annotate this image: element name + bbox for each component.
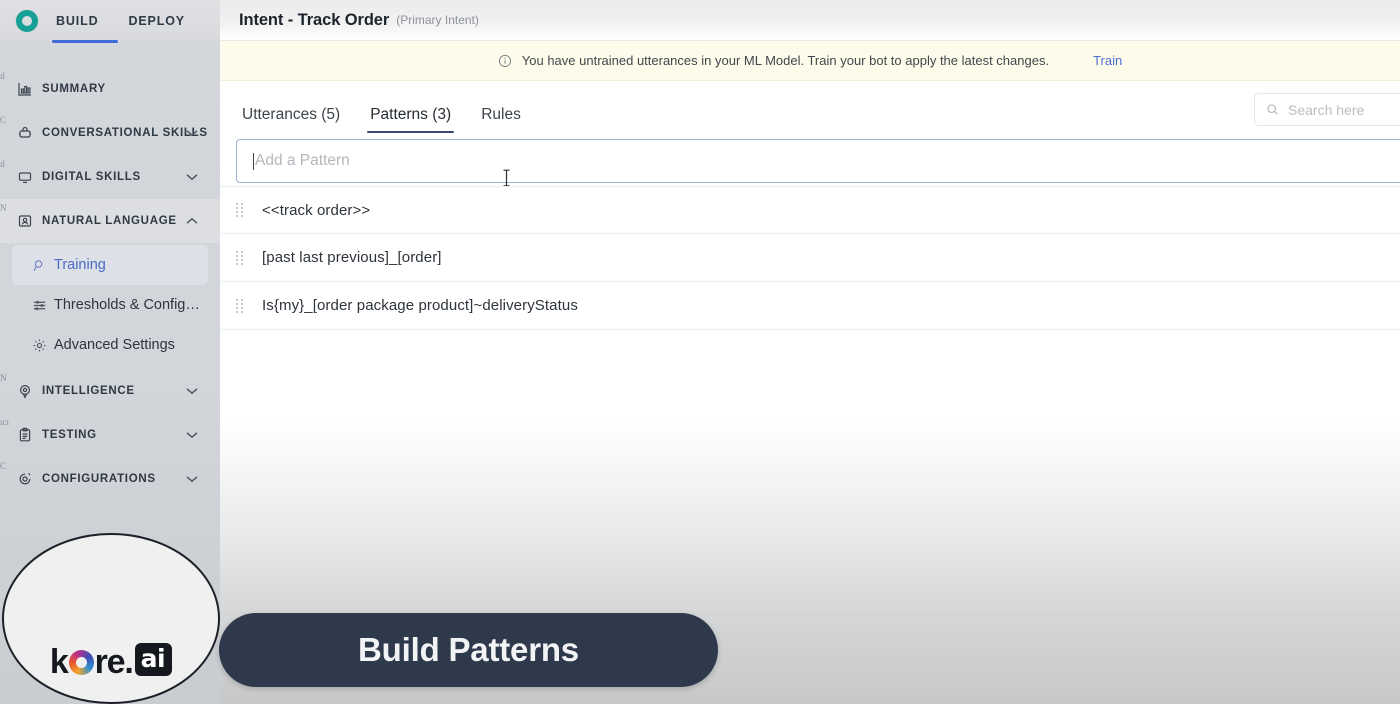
page-header: Intent - Track Order (Primary Intent): [220, 0, 1400, 41]
sidebar-item-thresholds-configurations[interactable]: Thresholds & Configu...: [12, 285, 208, 325]
natural-language-submenu: Training Thresholds & Configu... Advance…: [0, 243, 220, 369]
magnifier-icon: [24, 258, 54, 273]
sidebar-ghost-text-5: ıcı: [0, 417, 9, 427]
search-box[interactable]: [1254, 93, 1400, 126]
table-row[interactable]: [past last previous]_[order]: [220, 234, 1400, 282]
app-root: BUILD DEPLOY ıl SUMMARY C CONVERSATIONAL…: [0, 0, 1400, 704]
patterns-list: <<track order>> [past last previous]_[or…: [220, 186, 1400, 330]
pattern-text: <<track order>>: [262, 201, 371, 219]
train-link[interactable]: Train: [1093, 53, 1122, 68]
monitor-icon: [8, 169, 42, 185]
sidebar-item-natural-language[interactable]: N NATURAL LANGUAGE: [0, 199, 220, 243]
tabs-bar: Utterances (5) Patterns (3) Rules: [220, 81, 1400, 133]
sidebar-label-thresholds: Thresholds & Configu...: [54, 297, 204, 313]
page-title: Intent - Track Order: [239, 10, 390, 29]
chevron-up-icon[interactable]: [186, 212, 198, 230]
sidebar-item-testing[interactable]: ıcı TESTING: [0, 413, 220, 457]
search-input[interactable]: [1288, 101, 1400, 118]
kore-gradient-o-icon: [68, 650, 94, 675]
person-frame-icon: [8, 213, 42, 229]
search-icon: [1266, 103, 1279, 116]
kore-dot: .: [124, 643, 133, 681]
tab-patterns[interactable]: Patterns (3): [367, 106, 455, 133]
text-caret: [253, 152, 254, 170]
sidebar-label-natural-language: NATURAL LANGUAGE: [42, 215, 177, 227]
sidebar-nav-list: ıl SUMMARY C CONVERSATIONAL SKILLS ıl DI…: [0, 41, 220, 501]
tab-rules[interactable]: Rules: [478, 106, 524, 133]
top-nav-items: BUILD DEPLOY: [54, 12, 187, 30]
topnav-deploy[interactable]: DEPLOY: [126, 12, 187, 30]
topnav-active-indicator: [52, 40, 118, 43]
sidebar-ghost-text-6: C: [0, 461, 7, 471]
kore-letter-k: k: [49, 643, 69, 681]
sidebar-label-configurations: CONFIGURATIONS: [42, 473, 156, 485]
sidebar-label-testing: TESTING: [42, 429, 97, 441]
add-pattern-section: Add a Pattern: [220, 133, 1400, 187]
kore-ai-logo-badge: k re . ai: [2, 533, 220, 704]
clipboard-icon: [8, 427, 42, 443]
drag-handle-icon[interactable]: [236, 203, 262, 217]
drag-handle-icon[interactable]: [236, 250, 262, 265]
kore-ring-logo[interactable]: [0, 9, 54, 32]
sidebar-item-training[interactable]: Training: [12, 245, 208, 285]
kore-ai-chip: ai: [134, 643, 173, 676]
sidebar-label-training: Training: [54, 257, 106, 273]
kore-wordmark: k re .: [49, 643, 134, 682]
add-pattern-placeholder: Add a Pattern: [255, 152, 350, 169]
sidebar-item-conversational-skills[interactable]: C CONVERSATIONAL SKILLS: [0, 111, 220, 155]
chevron-down-icon[interactable]: [186, 168, 198, 186]
sidebar-item-configurations[interactable]: C CONFIGURATIONS: [0, 457, 220, 501]
topnav-build[interactable]: BUILD: [54, 12, 100, 30]
sidebar-label-conversational-skills: CONVERSATIONAL SKILLS: [42, 127, 208, 139]
add-pattern-field[interactable]: Add a Pattern: [236, 139, 1400, 183]
table-row[interactable]: <<track order>>: [220, 186, 1400, 234]
pattern-text: Is{my}_[order package product]~deliveryS…: [262, 297, 578, 314]
sidebar-label-summary: SUMMARY: [42, 83, 106, 95]
chevron-down-icon[interactable]: [186, 124, 198, 142]
tab-utterances[interactable]: Utterances (5): [239, 106, 343, 133]
untrained-model-alert: You have untrained utterances in your ML…: [220, 41, 1400, 81]
chevron-down-icon[interactable]: [186, 470, 198, 488]
sliders-icon: [24, 298, 54, 313]
sidebar-ghost-text-0: ıl: [0, 71, 6, 81]
caption-text: Build Patterns: [358, 631, 579, 668]
info-circle-icon: [498, 54, 512, 68]
chevron-down-icon[interactable]: [186, 426, 198, 444]
gear-icon: [24, 338, 54, 353]
alert-message: You have untrained utterances in your ML…: [521, 53, 1050, 68]
sidebar-item-summary[interactable]: ıl SUMMARY: [0, 67, 220, 111]
kore-letters-re: re: [94, 643, 126, 681]
chevron-down-icon[interactable]: [186, 382, 198, 400]
sidebar-label-advanced-settings: Advanced Settings: [54, 337, 175, 353]
drag-handle-icon[interactable]: [236, 298, 262, 313]
sidebar-label-digital-skills: DIGITAL SKILLS: [42, 171, 141, 183]
chart-bar-icon: [8, 81, 42, 97]
sidebar-ghost-text-3: N: [0, 203, 7, 213]
sidebar-ghost-text-4: N: [0, 373, 7, 383]
kore-ai-logo: k re . ai: [49, 643, 173, 682]
sidebar-ghost-text-1: C: [0, 115, 7, 125]
sidebar-item-intelligence[interactable]: N INTELLIGENCE: [0, 369, 220, 413]
main-content: Intent - Track Order (Primary Intent) Yo…: [220, 0, 1400, 704]
top-navigation-bar: BUILD DEPLOY: [0, 0, 220, 43]
caption-pill: Build Patterns: [219, 613, 718, 687]
table-row[interactable]: Is{my}_[order package product]~deliveryS…: [220, 282, 1400, 330]
ring-icon: [16, 9, 38, 32]
sidebar-label-intelligence: INTELLIGENCE: [42, 385, 135, 397]
chat-robot-icon: [8, 125, 42, 141]
sidebar-item-advanced-settings[interactable]: Advanced Settings: [12, 325, 208, 365]
pattern-text: [past last previous]_[order]: [262, 249, 442, 266]
gear-chat-icon: [8, 471, 42, 487]
target-pin-icon: [8, 383, 42, 399]
page-subtitle: (Primary Intent): [396, 13, 479, 27]
sidebar-item-digital-skills[interactable]: ıl DIGITAL SKILLS: [0, 155, 220, 199]
sidebar-ghost-text-2: ıl: [0, 159, 6, 169]
